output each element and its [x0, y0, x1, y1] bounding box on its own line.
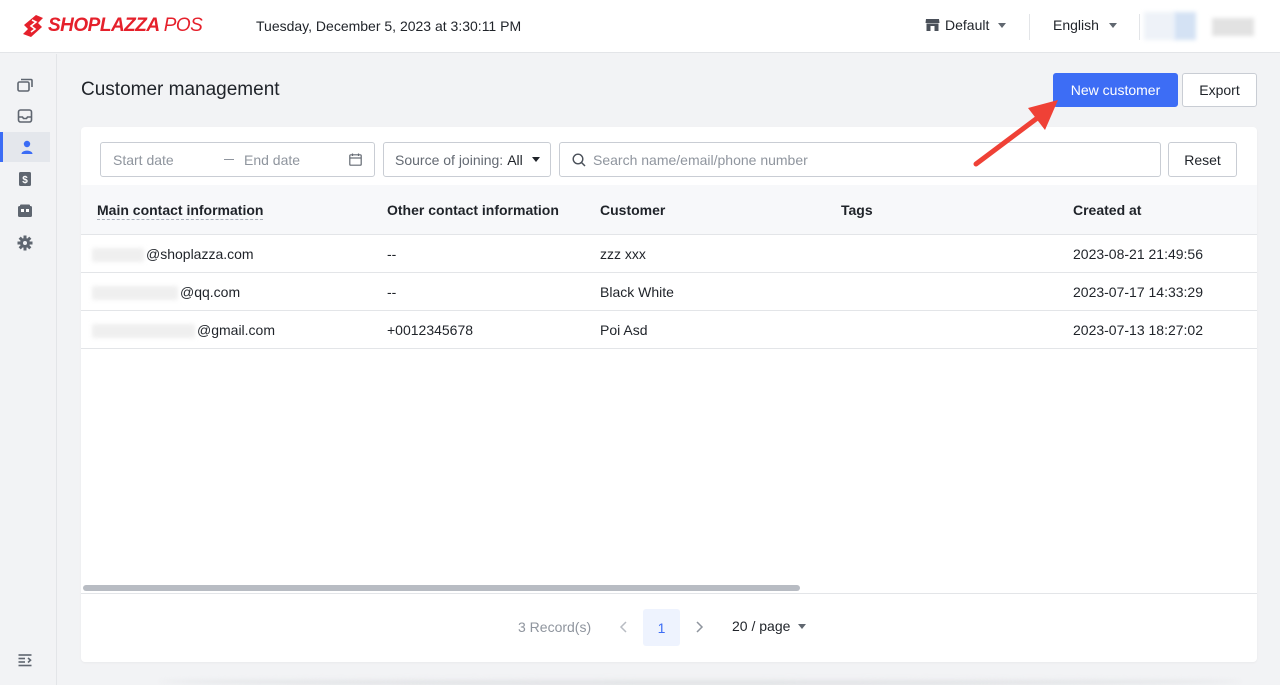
start-date-input[interactable]: Start date [113, 152, 174, 168]
customer-cell: Poi Asd [600, 322, 648, 338]
language-selector[interactable]: English [1053, 17, 1117, 33]
dollar-icon: $ [19, 172, 31, 186]
other-contact-cell: -- [387, 284, 397, 300]
table-row[interactable]: @gmail.com +0012345678 Poi Asd 2023-07-1… [81, 311, 1257, 349]
record-count: 3 Record(s) [518, 619, 592, 635]
chevron-down-icon [531, 157, 540, 162]
calendar-icon [349, 153, 362, 166]
sidebar-item-orders[interactable] [0, 70, 50, 100]
column-header-tags: Tags [841, 202, 873, 218]
sidebar: $ [0, 54, 57, 685]
chevron-down-icon [1108, 22, 1117, 28]
gear-icon [17, 235, 33, 251]
horizontal-scrollbar[interactable] [81, 584, 1257, 592]
reset-button[interactable]: Reset [1168, 142, 1237, 177]
column-header-main-contact[interactable]: Main contact information [97, 202, 264, 220]
shoplazza-logo[interactable]: SHOPLAZZA POS [22, 13, 203, 39]
date-separator [224, 159, 234, 160]
column-header-created-at: Created at [1073, 202, 1142, 218]
chevron-down-icon [998, 22, 1007, 28]
source-value: All [507, 151, 523, 168]
collapse-menu-icon [18, 654, 32, 667]
table-row[interactable]: @shoplazza.com -- zzz xxx 2023-08-21 21:… [81, 235, 1257, 273]
page-title: Customer management [81, 79, 280, 100]
search-input[interactable] [593, 151, 1153, 168]
customer-cell: Black White [600, 284, 674, 300]
logo-text: SHOPLAZZA POS [48, 15, 203, 36]
created-at-cell: 2023-07-17 14:33:29 [1073, 284, 1203, 300]
page-number-current[interactable]: 1 [643, 609, 680, 646]
created-at-cell: 2023-08-21 21:49:56 [1073, 246, 1203, 262]
other-contact-cell: -- [387, 246, 397, 262]
sidebar-item-payments[interactable] [0, 196, 50, 226]
new-customer-button[interactable]: New customer [1053, 73, 1178, 107]
search-icon [572, 152, 586, 167]
scrollbar-thumb[interactable] [83, 585, 800, 591]
chevron-left-icon[interactable] [617, 617, 631, 637]
person-icon [21, 140, 32, 154]
sidebar-item-inventory[interactable] [0, 101, 50, 131]
svg-text:$: $ [22, 175, 28, 186]
customer-cell: zzz xxx [600, 246, 646, 262]
column-header-customer: Customer [600, 202, 666, 218]
chevron-down-icon [798, 623, 807, 629]
sidebar-item-customers[interactable] [0, 132, 50, 162]
wallet-icon [18, 204, 32, 217]
other-contact-cell: +0012345678 [387, 322, 474, 338]
end-date-input[interactable]: End date [244, 152, 300, 168]
chevron-right-icon[interactable] [692, 617, 706, 637]
divider [81, 593, 1257, 594]
customer-list-card: Start date End date Source of joining: A… [81, 127, 1257, 662]
search-field[interactable] [559, 142, 1161, 177]
divider [1139, 14, 1140, 40]
main-contact-cell: @shoplazza.com [92, 246, 254, 263]
sidebar-collapse-toggle[interactable] [0, 645, 50, 675]
top-bar: SHOPLAZZA POS Tuesday, December 5, 2023 … [0, 0, 1280, 53]
main-contact-cell: @qq.com [92, 284, 240, 301]
table-header: Main contact information Other contact i… [81, 185, 1257, 235]
created-at-cell: 2023-07-13 18:27:02 [1073, 322, 1203, 338]
language-label: English [1053, 17, 1099, 33]
date-range-picker[interactable]: Start date End date [100, 142, 375, 177]
source-label: Source of joining: [395, 151, 504, 168]
table-row[interactable]: @qq.com -- Black White 2023-07-17 14:33:… [81, 273, 1257, 311]
divider [1029, 14, 1030, 40]
sidebar-item-settings[interactable] [0, 228, 50, 258]
cards-icon [17, 78, 33, 92]
page-size-label: 20 / page [732, 618, 791, 634]
main-contact-cell: @gmail.com [92, 322, 275, 339]
sidebar-item-finance[interactable]: $ [0, 164, 50, 194]
store-selector[interactable]: Default [925, 17, 1007, 33]
window-bottom-shadow [160, 678, 1240, 685]
current-datetime: Tuesday, December 5, 2023 at 3:30:11 PM [256, 18, 522, 34]
shoplazza-logo-icon [23, 15, 43, 37]
inbox-icon [17, 109, 33, 123]
source-of-joining-select[interactable]: Source of joining: All [383, 142, 551, 177]
page-size-select[interactable]: 20 / page [732, 618, 807, 634]
user-account[interactable] [1144, 8, 1264, 44]
export-button[interactable]: Export [1182, 73, 1257, 107]
store-label: Default [945, 17, 990, 33]
column-header-other-contact: Other contact information [387, 202, 559, 218]
store-icon [925, 19, 940, 31]
